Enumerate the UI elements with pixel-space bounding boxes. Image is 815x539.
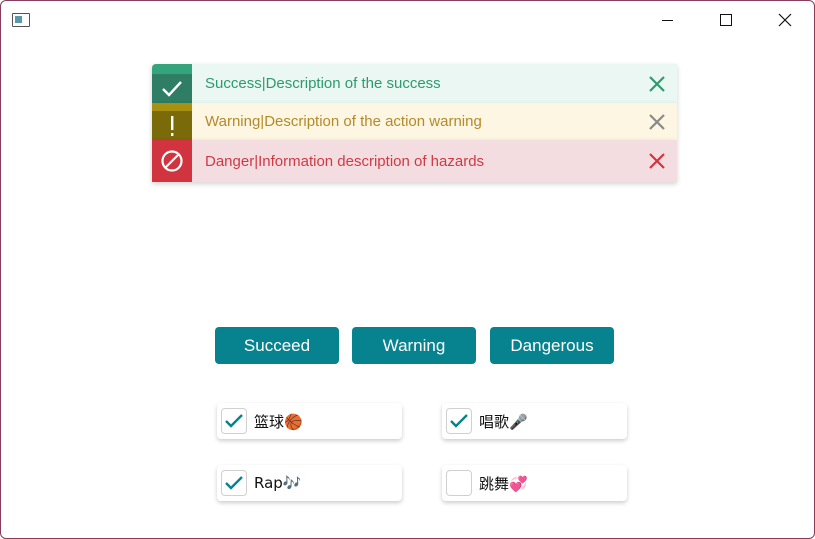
danger-alert-text: Danger|Information description of hazard… (205, 152, 485, 170)
checkbox-label: 唱歌🎤 (479, 412, 528, 431)
checkbox-dancing[interactable]: 跳舞💞 (442, 465, 627, 501)
warning-alert-close-button[interactable] (637, 103, 677, 140)
danger-alert-close-button[interactable] (637, 140, 677, 182)
checkbox-box[interactable] (446, 470, 472, 496)
close-icon (649, 153, 665, 169)
checkbox-rap[interactable]: Rap🎶 (217, 465, 402, 501)
close-window-button[interactable] (756, 1, 814, 39)
prohibited-icon (161, 150, 183, 172)
warning-alert-text: Warning|Description of the action warnin… (205, 113, 482, 130)
danger-badge (152, 140, 192, 182)
checkbox-basketball[interactable]: 篮球🏀 (217, 403, 402, 439)
success-alert: Success|Description of the success (152, 64, 677, 103)
checkbox-box[interactable] (221, 408, 247, 434)
check-icon (450, 414, 468, 428)
checkbox-box[interactable] (446, 408, 472, 434)
checkbox-label: Rap🎶 (254, 474, 302, 492)
close-icon (649, 75, 665, 92)
checkbox-label: 跳舞💞 (479, 474, 528, 493)
app-window: Success|Description of the success Warni… (0, 0, 815, 539)
success-alert-close-button[interactable] (637, 64, 677, 103)
warning-button[interactable]: Warning (352, 327, 476, 364)
minimize-button[interactable] (638, 1, 696, 39)
maximize-button[interactable] (697, 1, 755, 39)
check-icon (162, 80, 182, 97)
danger-alert: Danger|Information description of hazard… (152, 140, 677, 182)
checkbox-label: 篮球🏀 (254, 412, 303, 431)
succeed-button[interactable]: Succeed (215, 327, 339, 364)
success-badge (152, 64, 192, 103)
close-icon (778, 13, 792, 27)
checkbox-box[interactable] (221, 470, 247, 496)
maximize-icon (720, 14, 732, 26)
app-icon (12, 13, 30, 27)
dangerous-button[interactable]: Dangerous (490, 327, 614, 364)
checkbox-singing[interactable]: 唱歌🎤 (442, 403, 627, 439)
check-icon (225, 414, 243, 428)
minimize-icon (661, 19, 673, 21)
success-alert-text: Success|Description of the success (205, 75, 441, 92)
check-icon (225, 476, 243, 490)
warning-badge (152, 103, 192, 140)
exclamation-icon (171, 115, 174, 136)
warning-alert: Warning|Description of the action warnin… (152, 103, 677, 140)
close-icon (649, 113, 665, 130)
